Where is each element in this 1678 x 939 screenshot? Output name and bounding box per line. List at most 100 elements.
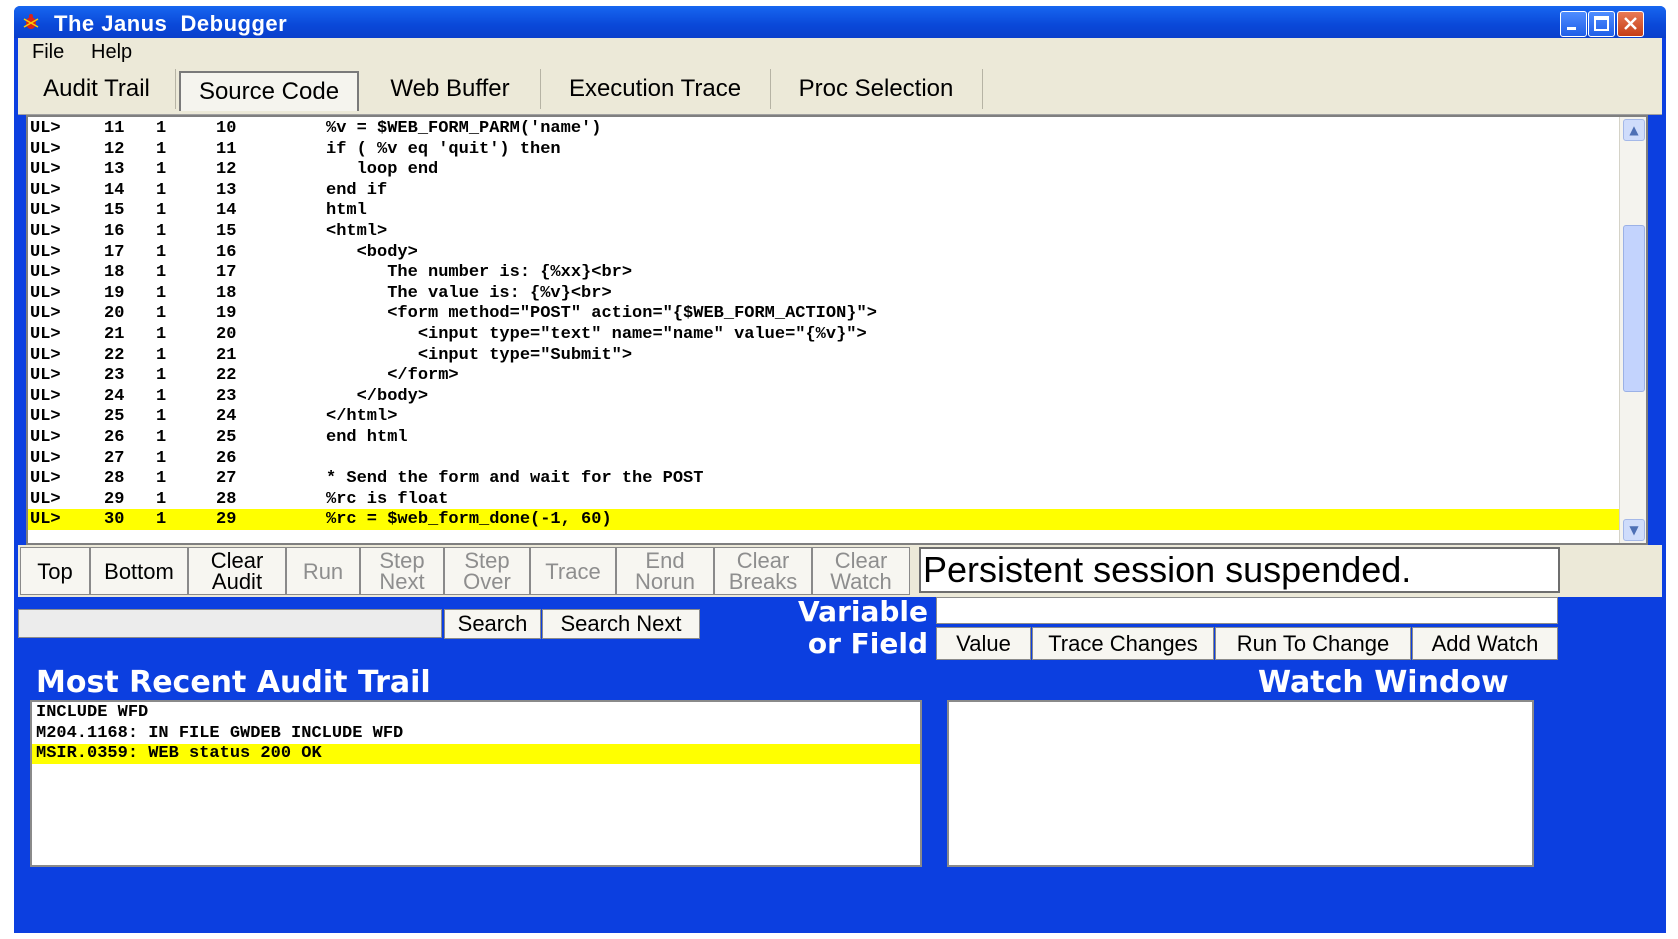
source-code-row[interactable]: UL> 15 1 14 html [28,200,1622,221]
source-line-prefix: UL> [30,304,61,324]
debugger-window: The Janus Debugger File Help Audit Trail… [14,6,1666,933]
source-line-prefix: UL> [30,345,61,365]
source-statement-number: 16 [216,242,237,262]
source-statement-number: 29 [216,510,237,530]
source-code-text: The value is: {%v}<br> [326,283,612,303]
search-next-button[interactable]: Search Next [542,609,700,639]
source-line-number: 16 [104,222,125,241]
source-code-row[interactable]: UL> 13 1 12 loop end [28,159,1622,180]
source-code-text: The number is: {%xx}<br> [326,263,633,283]
variable-field-label: Variable or Field [798,595,928,660]
source-code-row[interactable]: UL> 27 1 26 [28,448,1622,469]
audit-trail-list[interactable]: INCLUDE WFD M204.1168: IN FILE GWDEB INCL… [30,700,922,867]
run-to-change-button[interactable]: Run To Change [1215,627,1411,660]
source-line-number: 20 [104,304,125,324]
tab-audit-trail[interactable]: Audit Trail [18,69,176,109]
source-line-number: 17 [104,242,125,262]
source-line-number: 12 [104,139,125,159]
top-button[interactable]: Top [20,547,90,595]
source-line-number: 27 [104,448,125,468]
step-next-button[interactable]: Step Next [360,547,444,595]
close-button[interactable] [1617,11,1644,37]
source-statement-number: 23 [216,386,237,406]
source-statement-number: 24 [216,407,237,427]
source-code-row[interactable]: UL> 16 1 15 <html> [28,221,1622,242]
source-code-row[interactable]: UL> 29 1 28 %rc is float [28,489,1622,510]
add-watch-button[interactable]: Add Watch [1412,627,1558,660]
trace-changes-button[interactable]: Trace Changes [1032,627,1214,660]
source-line-prefix: UL> [30,469,61,489]
source-statement-number: 20 [216,325,237,344]
trace-button[interactable]: Trace [530,547,616,595]
step-over-button[interactable]: Step Over [444,547,530,595]
source-code-row[interactable]: UL> 14 1 13 end if [28,180,1622,201]
source-statement-number: 10 [216,119,237,138]
source-code-row[interactable]: UL> 20 1 19 <form method="POST" action="{$W… [28,303,1622,324]
variable-input[interactable] [936,597,1558,624]
source-code-text: if ( %v eq 'quit') then [326,139,561,159]
tab-web-buffer[interactable]: Web Buffer [360,69,541,109]
tab-bar: Audit Trail Source Code Web Buffer Execu… [18,66,1662,115]
source-line-level: 1 [156,222,167,241]
tab-source-code[interactable]: Source Code [179,71,359,111]
scroll-thumb[interactable] [1623,225,1645,392]
source-line-level: 1 [156,407,167,427]
source-line-prefix: UL> [30,407,61,427]
run-button[interactable]: Run [286,547,360,595]
source-statement-number: 14 [216,201,237,221]
source-code-row[interactable]: UL> 21 1 20 <input type="text" name="name" … [28,324,1622,345]
tab-proc-selection[interactable]: Proc Selection [770,69,983,109]
source-code-row[interactable]: UL> 25 1 24 </html> [28,406,1622,427]
source-line-number: 15 [104,201,125,221]
bug-app-icon [23,14,39,29]
clear-audit-button[interactable]: Clear Audit [188,547,286,595]
source-line-prefix: UL> [30,510,61,530]
source-code-row[interactable]: UL> 23 1 22 </form> [28,365,1622,386]
minimize-button[interactable] [1560,11,1587,37]
source-code-panel[interactable]: UL> 11 1 10 %v = $WEB_FORM_PARM('name') UL> 12… [26,115,1648,545]
clear-watch-button[interactable]: Clear Watch [812,547,910,595]
search-button[interactable]: Search [444,609,541,639]
status-message: Persistent session suspended. [919,547,1560,593]
source-line-prefix: UL> [30,139,61,159]
watch-window-panel[interactable] [947,700,1534,867]
source-code-row[interactable]: UL> 19 1 18 The value is: {%v}<br> [28,283,1622,304]
source-line-number: 11 [104,119,125,138]
value-button[interactable]: Value [936,627,1031,660]
clear-breaks-button[interactable]: Clear Breaks [714,547,812,595]
menu-file[interactable]: File [32,41,64,64]
source-code-row[interactable]: UL> 12 1 11 if ( %v eq 'quit') then [28,139,1622,160]
audit-trail-entry[interactable]: INCLUDE WFD [32,703,920,723]
source-statement-number: 25 [216,428,237,447]
scroll-up-icon[interactable]: ▲ [1623,119,1645,141]
source-line-number: 13 [104,160,125,180]
source-code-row[interactable]: UL> 24 1 23 </body> [28,386,1622,407]
source-code-row[interactable]: UL> 30 1 29 %rc = $web_form_done(-1, 60) [28,509,1622,531]
source-code-row[interactable]: UL> 26 1 25 end html [28,427,1622,448]
source-line-prefix: UL> [30,325,61,344]
menu-help[interactable]: Help [91,41,132,64]
source-code-row[interactable]: UL> 17 1 16 <body> [28,242,1622,263]
source-code-row[interactable]: UL> 11 1 10 %v = $WEB_FORM_PARM('name') [28,118,1622,139]
vertical-scrollbar[interactable]: ▲ ▼ [1619,117,1646,543]
tab-execution-trace[interactable]: Execution Trace [540,69,771,109]
source-line-level: 1 [156,160,167,180]
title-bar[interactable]: The Janus Debugger [14,6,1666,38]
source-line-prefix: UL> [30,201,61,221]
source-statement-number: 12 [216,160,237,180]
audit-trail-entry[interactable]: M204.1168: IN FILE GWDEB INCLUDE WFD [32,724,920,744]
end-norun-button[interactable]: End Norun [616,547,714,595]
search-input[interactable] [18,609,442,638]
source-code-row[interactable]: UL> 18 1 17 The number is: {%xx}<br> [28,262,1622,283]
source-line-prefix: UL> [30,263,61,283]
source-code-text: end if [326,180,388,200]
scroll-down-icon[interactable]: ▼ [1623,519,1645,541]
maximize-button[interactable] [1588,11,1615,37]
bottom-button[interactable]: Bottom [90,547,188,595]
source-code-row[interactable]: UL> 28 1 27 * Send the form and wait for the… [28,468,1622,489]
source-line-number: 21 [104,325,125,344]
source-code-text: </form> [326,366,459,386]
audit-trail-entry[interactable]: MSIR.0359: WEB status 200 OK [32,744,920,764]
source-code-row[interactable]: UL> 22 1 21 <input type="Submit"> [28,345,1622,366]
source-line-level: 1 [156,448,167,468]
